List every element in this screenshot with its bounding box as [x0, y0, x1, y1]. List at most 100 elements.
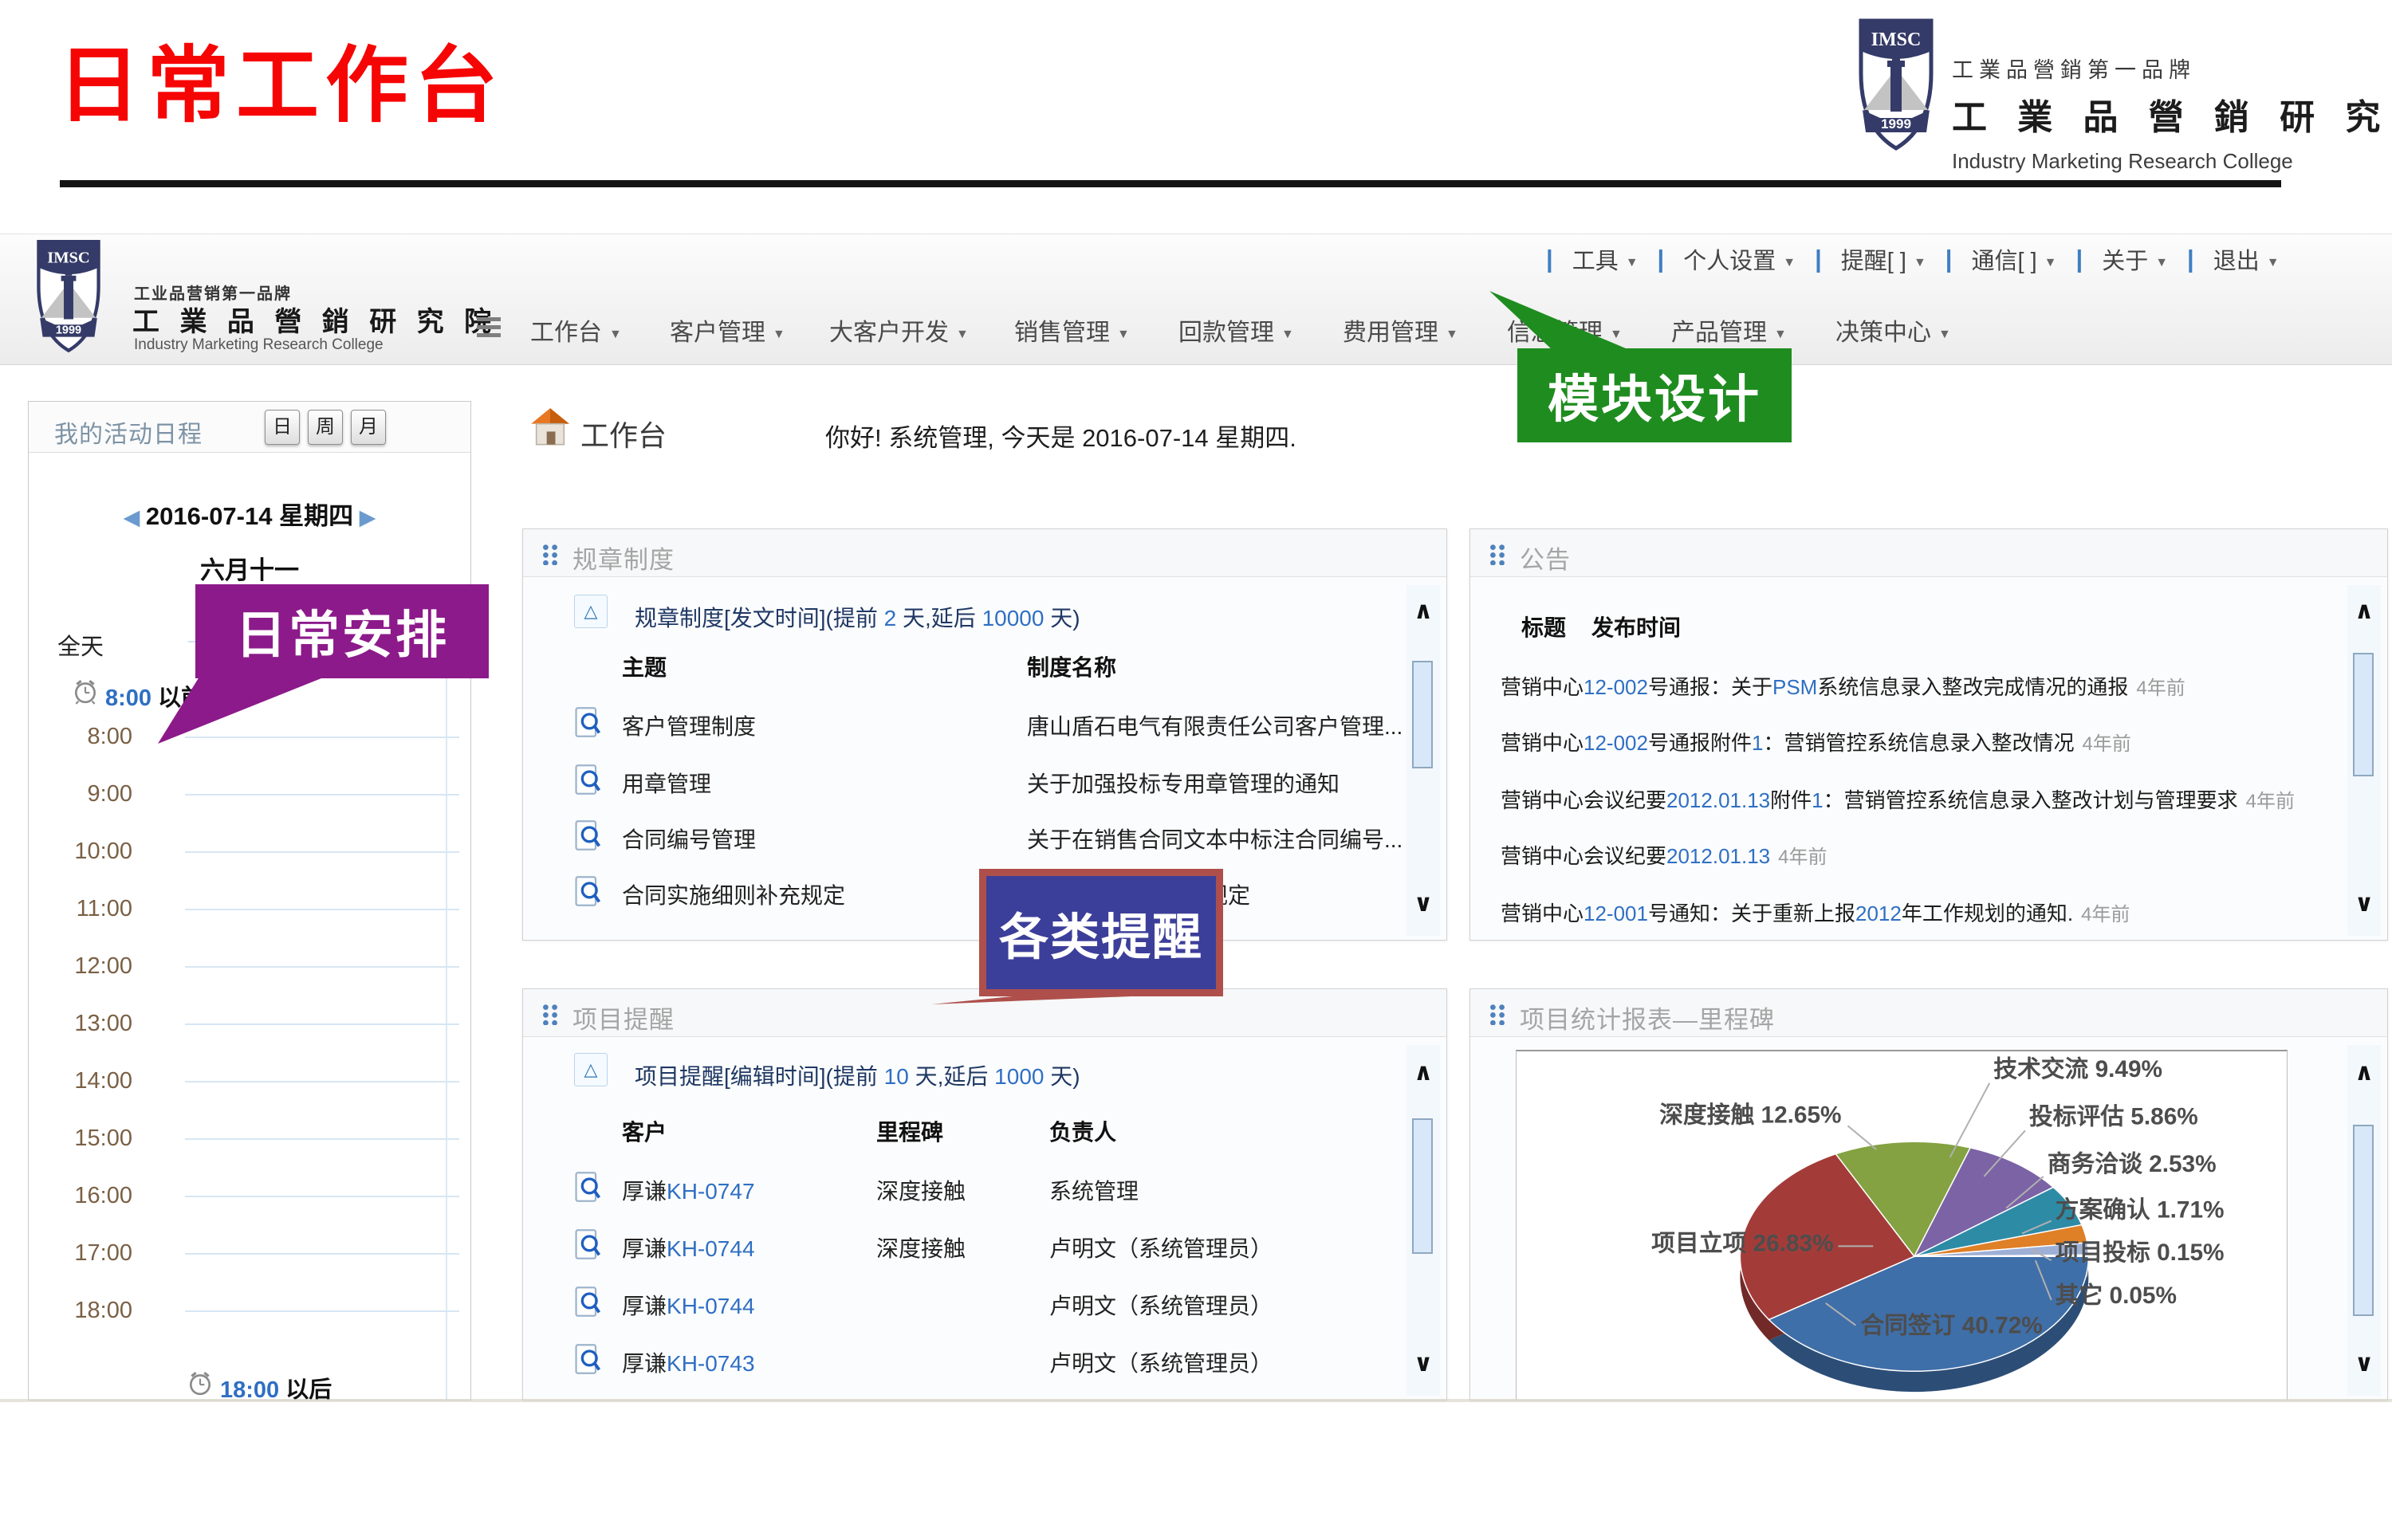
- column-header-subject: 主题: [622, 650, 667, 682]
- svg-text:1999: 1999: [1881, 116, 1911, 132]
- project-customer[interactable]: 厚谦KH-0743: [622, 1346, 755, 1378]
- hour-slot[interactable]: [185, 851, 459, 853]
- menu-logout[interactable]: 退出▼: [2213, 242, 2280, 276]
- hour-label: 8:00: [29, 724, 132, 750]
- scrollbar: ∧ ∨: [1406, 1045, 1440, 1396]
- nav-item-expenses[interactable]: 费用管理▼: [1343, 312, 1458, 348]
- scrollbar-thumb[interactable]: [1412, 661, 1433, 768]
- hour-slot[interactable]: [185, 1253, 459, 1255]
- menu-about[interactable]: 关于▼: [2102, 242, 2168, 276]
- menu-messages[interactable]: 通信[ ]▼: [1971, 242, 2056, 276]
- view-document-icon[interactable]: [574, 706, 601, 738]
- nav-item-workbench[interactable]: 工作台▼: [530, 312, 622, 348]
- hamburger-menu-icon[interactable]: [477, 317, 501, 341]
- hour-slot[interactable]: [185, 966, 459, 968]
- hour-label: 11:00: [29, 896, 132, 922]
- nav-item-payments[interactable]: 回款管理▼: [1178, 312, 1294, 348]
- rule-name[interactable]: 关于加强投标专用章管理的通知: [1027, 767, 1340, 799]
- drag-grip-icon: [1488, 1003, 1507, 1025]
- scroll-down-arrow[interactable]: ∨: [2347, 1352, 2381, 1376]
- hour-slot[interactable]: [185, 794, 459, 796]
- view-document-icon[interactable]: [574, 1228, 601, 1260]
- alert-triangle-icon[interactable]: △: [574, 1053, 608, 1086]
- chevron-down-icon: ▼: [1914, 256, 1926, 269]
- project-owner: 卢明文（系统管理员）: [1049, 1346, 1273, 1378]
- chevron-down-icon: ▼: [1774, 328, 1787, 341]
- nav-item-key-accounts[interactable]: 大客户开发▼: [829, 312, 969, 348]
- view-month-button[interactable]: 月: [351, 410, 386, 445]
- rule-subject[interactable]: 合同编号管理: [622, 823, 756, 854]
- scrollbar-thumb[interactable]: [2353, 1125, 2374, 1316]
- module-callout-tail: [1483, 289, 1639, 352]
- next-day-arrow[interactable]: ▶: [353, 505, 376, 529]
- notice-row[interactable]: 营销中心12-002号通报：关于PSM系统信息录入整改完成情况的通报4年前: [1501, 671, 2185, 701]
- hour-label: 15:00: [29, 1126, 132, 1152]
- hour-slot[interactable]: [185, 1081, 459, 1082]
- rule-subject[interactable]: 合同实施细则补充规定: [622, 878, 845, 910]
- hour-slot[interactable]: [185, 1138, 459, 1140]
- project-customer[interactable]: 厚谦KH-0747: [622, 1174, 755, 1206]
- notice-row[interactable]: 营销中心会议纪要2012.01.134年前: [1501, 840, 1827, 870]
- drag-grip-icon: [541, 543, 560, 565]
- notice-row[interactable]: 营销中心会议纪要2012.01.13附件1：营销管控系统信息录入整改计划与管理要…: [1501, 784, 2295, 814]
- nav-item-sales[interactable]: 销售管理▼: [1014, 312, 1130, 348]
- view-day-button[interactable]: 日: [265, 410, 300, 445]
- notice-row[interactable]: 营销中心12-002号通报附件1：营销管控系统信息录入整改情况4年前: [1501, 727, 2131, 756]
- view-document-icon[interactable]: [574, 1286, 601, 1318]
- view-document-icon[interactable]: [574, 1343, 601, 1375]
- view-document-icon[interactable]: [574, 1171, 601, 1203]
- chevron-down-icon: ▼: [2267, 256, 2280, 269]
- project-customer[interactable]: 厚谦KH-0744: [622, 1232, 755, 1263]
- view-document-icon[interactable]: [574, 819, 601, 851]
- hour-label: 17:00: [29, 1240, 132, 1267]
- menu-reminders[interactable]: 提醒[ ]▼: [1841, 242, 1926, 276]
- notice-row[interactable]: 营销中心12-001号通知：关于重新上报2012年工作规划的通知.4年前: [1501, 898, 2130, 927]
- menu-tools[interactable]: 工具▼: [1572, 242, 1639, 276]
- view-document-icon[interactable]: [574, 764, 601, 796]
- nav-item-customers[interactable]: 客户管理▼: [670, 312, 785, 348]
- prev-day-arrow[interactable]: ◀: [124, 505, 146, 529]
- menu-separator: |: [2187, 245, 2194, 273]
- scroll-up-arrow[interactable]: ∧: [1406, 599, 1440, 623]
- scroll-up-arrow[interactable]: ∧: [1406, 1061, 1440, 1085]
- hour-label: 10:00: [29, 839, 132, 865]
- hour-slot[interactable]: [185, 909, 459, 910]
- scroll-down-arrow[interactable]: ∨: [1406, 1352, 1440, 1376]
- imsc-shield-logo: IMSC 1999: [1855, 16, 1938, 158]
- view-document-icon[interactable]: [574, 875, 601, 907]
- brand-tagline: 工業品營銷第一品牌: [1952, 53, 2392, 84]
- pie-label-3: 技术交流 9.49%: [1993, 1055, 2162, 1082]
- notice-time: 4年前: [2082, 733, 2130, 755]
- nav-brand-english: Industry Marketing Research College: [134, 336, 384, 354]
- scrollbar-thumb[interactable]: [1412, 1118, 1433, 1254]
- project-owner: 卢明文（系统管理员）: [1049, 1289, 1273, 1321]
- view-week-button[interactable]: 周: [308, 410, 343, 445]
- scroll-down-arrow[interactable]: ∨: [1406, 892, 1440, 916]
- daily-callout-tail: [150, 674, 333, 747]
- pie-label-0: 合同签订 40.72%: [1860, 1312, 2042, 1339]
- rule-subject[interactable]: 用章管理: [622, 767, 711, 799]
- column-header-title: 标题: [1521, 611, 1566, 642]
- project-customer[interactable]: 厚谦KH-0744: [622, 1289, 755, 1321]
- nav-item-products[interactable]: 产品管理▼: [1671, 312, 1787, 348]
- alarm-clock-icon: [72, 678, 99, 705]
- scrollbar-thumb[interactable]: [2353, 653, 2374, 776]
- rule-name[interactable]: 唐山盾石电气有限责任公司客户管理...: [1027, 709, 1403, 741]
- hour-slot[interactable]: [185, 1196, 459, 1197]
- scroll-down-arrow[interactable]: ∨: [2347, 892, 2381, 916]
- scroll-up-arrow[interactable]: ∧: [2347, 1061, 2381, 1085]
- column-header-customer: 客户: [622, 1115, 667, 1147]
- schedule-grid-line: [446, 633, 447, 1401]
- hour-slot[interactable]: [185, 1023, 459, 1025]
- menu-settings[interactable]: 个人设置▼: [1683, 242, 1796, 276]
- alert-triangle-icon[interactable]: △: [574, 595, 608, 628]
- scroll-up-arrow[interactable]: ∧: [2347, 599, 2381, 623]
- menu-separator: |: [1945, 245, 1953, 273]
- rule-name[interactable]: 关于在销售合同文本中标注合同编号...: [1027, 823, 1403, 854]
- hour-slot[interactable]: [185, 1310, 459, 1312]
- chevron-down-icon: ▼: [773, 328, 785, 341]
- rule-subject[interactable]: 客户管理制度: [622, 709, 756, 741]
- project-reminders-panel: 项目提醒 △ 项目提醒[编辑时间](提前 10 天,延后 1000 天) 客户 …: [522, 988, 1447, 1401]
- svg-text:IMSC: IMSC: [1871, 29, 1922, 50]
- nav-item-decision[interactable]: 决策中心▼: [1835, 312, 1951, 348]
